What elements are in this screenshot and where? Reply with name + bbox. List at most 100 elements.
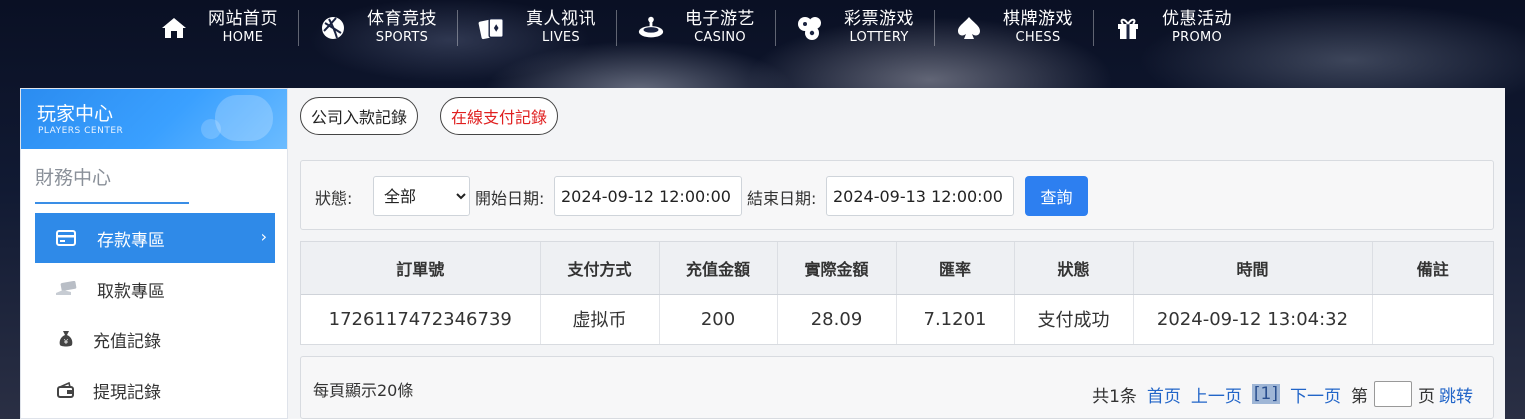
next-page-link[interactable]: 下一页 bbox=[1290, 382, 1341, 407]
nav-chess-label: 棋牌游戏 bbox=[1003, 9, 1073, 29]
nav-lottery-sub: LOTTERY bbox=[849, 30, 909, 45]
col-actual-amount: 實際金額 bbox=[777, 242, 897, 295]
nav-sports-sub: SPORTS bbox=[375, 30, 429, 45]
nav-casino-label: 电子游艺 bbox=[685, 9, 755, 29]
goto-suffix: 页 bbox=[1418, 386, 1435, 407]
cell-time: 2024-09-12 13:04:32 bbox=[1133, 294, 1373, 344]
card-icon bbox=[55, 227, 77, 249]
nav-sports-label: 体育竞技 bbox=[367, 9, 437, 29]
cell-recharge-amount: 200 bbox=[659, 294, 778, 344]
cell-remark bbox=[1372, 294, 1493, 344]
lottery-balls-icon bbox=[796, 14, 824, 42]
sidebar-item-withdraw[interactable]: 取款專區 bbox=[35, 264, 275, 314]
nav-casino[interactable]: 电子游艺 CASINO bbox=[637, 0, 755, 56]
cell-payment-method: 虚拟币 bbox=[540, 294, 660, 344]
nav-home-sub: HOME bbox=[222, 30, 264, 45]
wallet-icon bbox=[55, 379, 77, 401]
sidebar-item-label: 充值記錄 bbox=[93, 331, 161, 352]
nav-divider bbox=[775, 10, 776, 46]
chevron-right-icon: › bbox=[260, 227, 267, 246]
tab-company-deposit-records[interactable]: 公司入款記錄 bbox=[300, 97, 419, 135]
nav-home[interactable]: 网站首页 HOME bbox=[160, 0, 278, 56]
nav-lottery[interactable]: 彩票游戏 LOTTERY bbox=[796, 0, 914, 56]
nav-promo-sub: PROMO bbox=[1171, 30, 1223, 45]
nav-divider bbox=[298, 10, 299, 46]
nav-promo-label: 优惠活动 bbox=[1162, 9, 1232, 29]
nav-divider bbox=[616, 10, 617, 46]
nav-lives[interactable]: 真人视讯 LIVES bbox=[478, 0, 596, 56]
nav-lives-label: 真人视讯 bbox=[526, 9, 596, 29]
sidebar-item-recharge-records[interactable]: ¥ 充值記錄 bbox=[35, 314, 275, 364]
player-center-sidebar: 玩家中心 PLAYERS CENTER 財務中心 存款專區 › 取款專區 ¥ 充… bbox=[20, 88, 288, 419]
end-date-label: 結束日期: bbox=[747, 189, 817, 208]
sidebar-subtitle: PLAYERS CENTER bbox=[38, 126, 124, 136]
money-bag-icon: ¥ bbox=[55, 328, 77, 350]
pagination-bar: 每頁顯示20條 共1条 首页 上一页 [1] 下一页 第 页 跳转 bbox=[300, 356, 1494, 419]
cell-actual-amount: 28.09 bbox=[777, 294, 897, 344]
col-payment-method: 支付方式 bbox=[540, 242, 660, 295]
svg-text:¥: ¥ bbox=[64, 338, 69, 346]
records-table: 訂單號 支付方式 充值金額 實際金額 匯率 狀態 時間 備註 172611747… bbox=[300, 241, 1494, 345]
tab-online-payment-records[interactable]: 在線支付記錄 bbox=[440, 97, 559, 135]
sidebar-item-label: 取款專區 bbox=[97, 281, 165, 302]
jump-link[interactable]: 跳转 bbox=[1439, 382, 1473, 407]
sidebar-title: 玩家中心 bbox=[37, 103, 114, 125]
nav-chess[interactable]: 棋牌游戏 CHESS bbox=[955, 0, 1073, 56]
nav-divider bbox=[934, 10, 935, 46]
nav-chess-sub: CHESS bbox=[1015, 30, 1061, 45]
sidebar-header: 玩家中心 PLAYERS CENTER bbox=[21, 89, 287, 149]
first-page-link[interactable]: 首页 bbox=[1147, 382, 1181, 407]
sidebar-item-label: 提現記錄 bbox=[93, 382, 161, 403]
top-nav: 网站首页 HOME 体育竞技 SPORTS 真人视讯 LIVES 电子游艺 CASINO… bbox=[160, 0, 1232, 56]
per-page-text: 每頁顯示20條 bbox=[313, 381, 414, 400]
cards-icon bbox=[478, 14, 506, 42]
nav-lives-sub: LIVES bbox=[542, 30, 580, 45]
current-page: [1] bbox=[1251, 384, 1280, 404]
col-remark: 備註 bbox=[1372, 242, 1493, 295]
cash-icon bbox=[55, 278, 77, 300]
cell-order-id: 1726117472346739 bbox=[301, 294, 541, 344]
sidebar-item-withdraw-records[interactable]: 提現記錄 bbox=[35, 365, 275, 415]
gamepad-icon bbox=[215, 95, 273, 141]
record-tabs: 公司入款記錄 在線支付記錄 bbox=[288, 88, 1505, 148]
gift-icon bbox=[1114, 14, 1142, 42]
slot-icon bbox=[637, 14, 665, 42]
start-date-label: 開始日期: bbox=[475, 189, 545, 208]
col-time: 時間 bbox=[1133, 242, 1373, 295]
main-panel: 公司入款記錄 在線支付記錄 狀態: 全部 開始日期: 結束日期: 查詢 訂單號 … bbox=[288, 88, 1505, 419]
col-status: 狀態 bbox=[1014, 242, 1134, 295]
status-select[interactable]: 全部 bbox=[373, 176, 470, 216]
col-recharge-amount: 充值金額 bbox=[659, 242, 778, 295]
nav-lottery-label: 彩票游戏 bbox=[844, 9, 914, 29]
total-count: 共1条 bbox=[1092, 386, 1137, 407]
records-table-grid: 訂單號 支付方式 充值金額 實際金額 匯率 狀態 時間 備註 172611747… bbox=[301, 242, 1493, 344]
goto-page-input[interactable] bbox=[1374, 381, 1412, 407]
sidebar-item-deposit[interactable]: 存款專區 › bbox=[35, 213, 275, 263]
spade-icon bbox=[955, 14, 983, 42]
sidebar-item-label: 存款專區 bbox=[97, 230, 165, 251]
home-icon bbox=[160, 14, 188, 42]
goto-prefix: 第 bbox=[1351, 386, 1368, 407]
nav-sports[interactable]: 体育竞技 SPORTS bbox=[319, 0, 437, 56]
filter-bar: 狀態: 全部 開始日期: 結束日期: 查詢 bbox=[300, 160, 1494, 230]
col-exchange-rate: 匯率 bbox=[896, 242, 1015, 295]
status-label: 狀態: bbox=[315, 189, 353, 208]
sidebar-section-title: 財務中心 bbox=[35, 163, 189, 204]
decorative-circle bbox=[201, 119, 221, 139]
nav-divider bbox=[457, 10, 458, 46]
col-order-id: 訂單號 bbox=[301, 242, 541, 295]
nav-promo[interactable]: 优惠活动 PROMO bbox=[1114, 0, 1232, 56]
cell-status: 支付成功 bbox=[1014, 294, 1134, 344]
end-date-input[interactable] bbox=[826, 176, 1014, 216]
prev-page-link[interactable]: 上一页 bbox=[1191, 382, 1242, 407]
search-button[interactable]: 查詢 bbox=[1025, 176, 1088, 216]
cell-exchange-rate: 7.1201 bbox=[896, 294, 1015, 344]
ball-icon bbox=[319, 14, 347, 42]
nav-divider bbox=[1093, 10, 1094, 46]
pagination-controls: 共1条 首页 上一页 [1] 下一页 第 页 跳转 bbox=[1082, 381, 1473, 407]
nav-home-label: 网站首页 bbox=[208, 9, 278, 29]
nav-casino-sub: CASINO bbox=[694, 30, 746, 45]
table-header-row: 訂單號 支付方式 充值金額 實際金額 匯率 狀態 時間 備註 bbox=[301, 242, 1493, 295]
start-date-input[interactable] bbox=[554, 176, 742, 216]
table-row: 1726117472346739 虚拟币 200 28.09 7.1201 支付… bbox=[301, 294, 1493, 344]
